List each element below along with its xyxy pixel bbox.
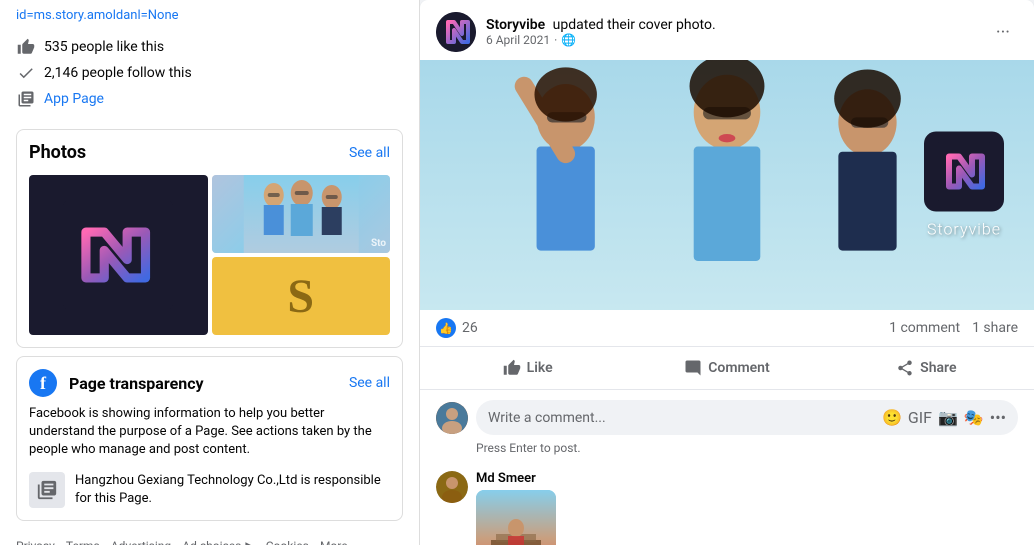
comment-placeholder: Write a comment... xyxy=(488,410,606,426)
share-button[interactable]: Share xyxy=(827,351,1026,385)
comment-icons: 🙂 GIF 📷 🎭 ••• xyxy=(882,408,1006,427)
s-letter: S xyxy=(287,269,314,324)
post-card: Storyvibe updated their cover photo. 6 A… xyxy=(420,0,1034,545)
like-button[interactable]: Like xyxy=(428,351,627,385)
author-info: Storyvibe updated their cover photo. 6 A… xyxy=(486,17,716,47)
top-link[interactable]: id=ms.story.amoldanl=None xyxy=(0,0,419,31)
transparency-header: f Page transparency See all xyxy=(29,369,390,397)
thumbs-up-icon xyxy=(16,37,36,57)
gif-icon[interactable]: GIF xyxy=(908,408,932,427)
commenter-name[interactable]: Md Smeer xyxy=(476,471,556,486)
building-icon xyxy=(29,472,65,508)
post-date: 6 April 2021 xyxy=(486,33,550,47)
photo-top-right[interactable]: Sto xyxy=(212,175,391,253)
comment-input-area: Write a comment... 🙂 GIF 📷 🎭 ••• xyxy=(420,390,1034,439)
photos-grid: Sto S xyxy=(29,175,390,335)
comment-button[interactable]: Comment xyxy=(627,351,826,385)
author-name[interactable]: Storyvibe xyxy=(486,17,545,33)
app-page-link[interactable]: App Page xyxy=(44,91,104,107)
checkmark-icon xyxy=(16,63,36,83)
post-header: Storyvibe updated their cover photo. 6 A… xyxy=(420,0,1034,60)
press-enter-hint: Press Enter to post. xyxy=(420,439,1034,463)
shares-count[interactable]: 1 share xyxy=(972,320,1018,336)
photos-title: Photos xyxy=(29,142,86,163)
storyvibe-logo-overlay: Storyvibe xyxy=(924,132,1004,239)
reactions-right: 1 comment 1 share xyxy=(889,320,1018,336)
comments-count[interactable]: 1 comment xyxy=(889,320,960,336)
footer-privacy[interactable]: Privacy xyxy=(16,539,55,545)
sv-logo-box xyxy=(924,132,1004,212)
reactions-left: 👍 26 xyxy=(436,318,478,338)
sticker-icon[interactable]: 🎭 xyxy=(964,408,984,427)
globe-icon: 🌐 xyxy=(561,33,576,47)
more-icon[interactable]: ••• xyxy=(990,408,1006,427)
likes-count: 535 people like this xyxy=(44,39,164,55)
comment-item: Md Smeer xyxy=(436,471,1018,545)
reactions-count: 26 xyxy=(462,320,478,336)
facebook-icon: f xyxy=(29,369,57,397)
footer-ad-choices[interactable]: Ad choices xyxy=(182,539,241,545)
app-page-icon xyxy=(16,89,36,109)
more-options-button[interactable]: ··· xyxy=(988,18,1018,47)
photo-icon[interactable]: 📷 xyxy=(938,408,958,427)
footer-links: Privacy · Terms · Advertising · Ad choic… xyxy=(0,529,419,545)
photos-section: Photos See all xyxy=(16,129,403,348)
transparency-section: f Page transparency See all Facebook is … xyxy=(16,356,403,521)
author-avatar xyxy=(436,12,476,52)
right-panel: Storyvibe updated their cover photo. 6 A… xyxy=(420,0,1034,545)
responsible-text: Hangzhou Gexiang Technology Co.,Ltd is r… xyxy=(75,472,390,508)
photos-see-all[interactable]: See all xyxy=(349,145,390,161)
footer-cookies[interactable]: Cookies xyxy=(266,539,309,545)
emoji-icon[interactable]: 🙂 xyxy=(882,408,902,427)
share-label: Share xyxy=(920,360,956,376)
cover-photo: Storyvibe xyxy=(420,60,1034,310)
comment-input-box[interactable]: Write a comment... 🙂 GIF 📷 🎭 ••• xyxy=(476,400,1018,435)
responsible-row: Hangzhou Gexiang Technology Co.,Ltd is r… xyxy=(29,472,390,508)
author-name-action: Storyvibe updated their cover photo. xyxy=(486,17,716,33)
commenter-avatar xyxy=(436,471,468,503)
footer-advertising[interactable]: Advertising xyxy=(111,539,171,545)
follows-row: 2,146 people follow this xyxy=(16,63,403,83)
transparency-body: Facebook is showing information to help … xyxy=(29,405,390,460)
post-author: Storyvibe updated their cover photo. 6 A… xyxy=(436,12,716,52)
current-user-avatar xyxy=(436,402,468,434)
post-meta: 6 April 2021 · 🌐 xyxy=(486,33,716,47)
comment-image xyxy=(476,490,556,545)
footer-more[interactable]: More xyxy=(320,539,348,545)
follows-count: 2,146 people follow this xyxy=(44,65,192,81)
comment-section: Md Smeer xyxy=(420,463,1034,545)
photos-header: Photos See all xyxy=(29,142,390,163)
post-reactions: 👍 26 1 comment 1 share xyxy=(420,310,1034,347)
transparency-title: Page transparency xyxy=(69,374,341,393)
footer-terms[interactable]: Terms xyxy=(66,539,100,545)
author-action: updated their cover photo. xyxy=(553,17,716,33)
like-emoji: 👍 xyxy=(436,318,456,338)
comment-label: Comment xyxy=(708,360,769,376)
transparency-see-all[interactable]: See all xyxy=(349,375,390,391)
comment-content: Md Smeer xyxy=(476,471,556,545)
like-label: Like xyxy=(527,360,553,376)
dot-separator: · xyxy=(554,33,557,47)
photo-main[interactable] xyxy=(29,175,208,335)
sv-brand-text: Storyvibe xyxy=(927,220,1001,239)
app-page-row: App Page xyxy=(16,89,403,109)
action-buttons: Like Comment Share xyxy=(420,347,1034,390)
footer-ad-choices-icon: ▶ xyxy=(245,539,254,545)
left-panel: id=ms.story.amoldanl=None 535 people lik… xyxy=(0,0,420,545)
likes-row: 535 people like this xyxy=(16,37,403,57)
photo-bottom-right[interactable]: S xyxy=(212,257,391,335)
page-stats: 535 people like this 2,146 people follow… xyxy=(0,31,419,121)
